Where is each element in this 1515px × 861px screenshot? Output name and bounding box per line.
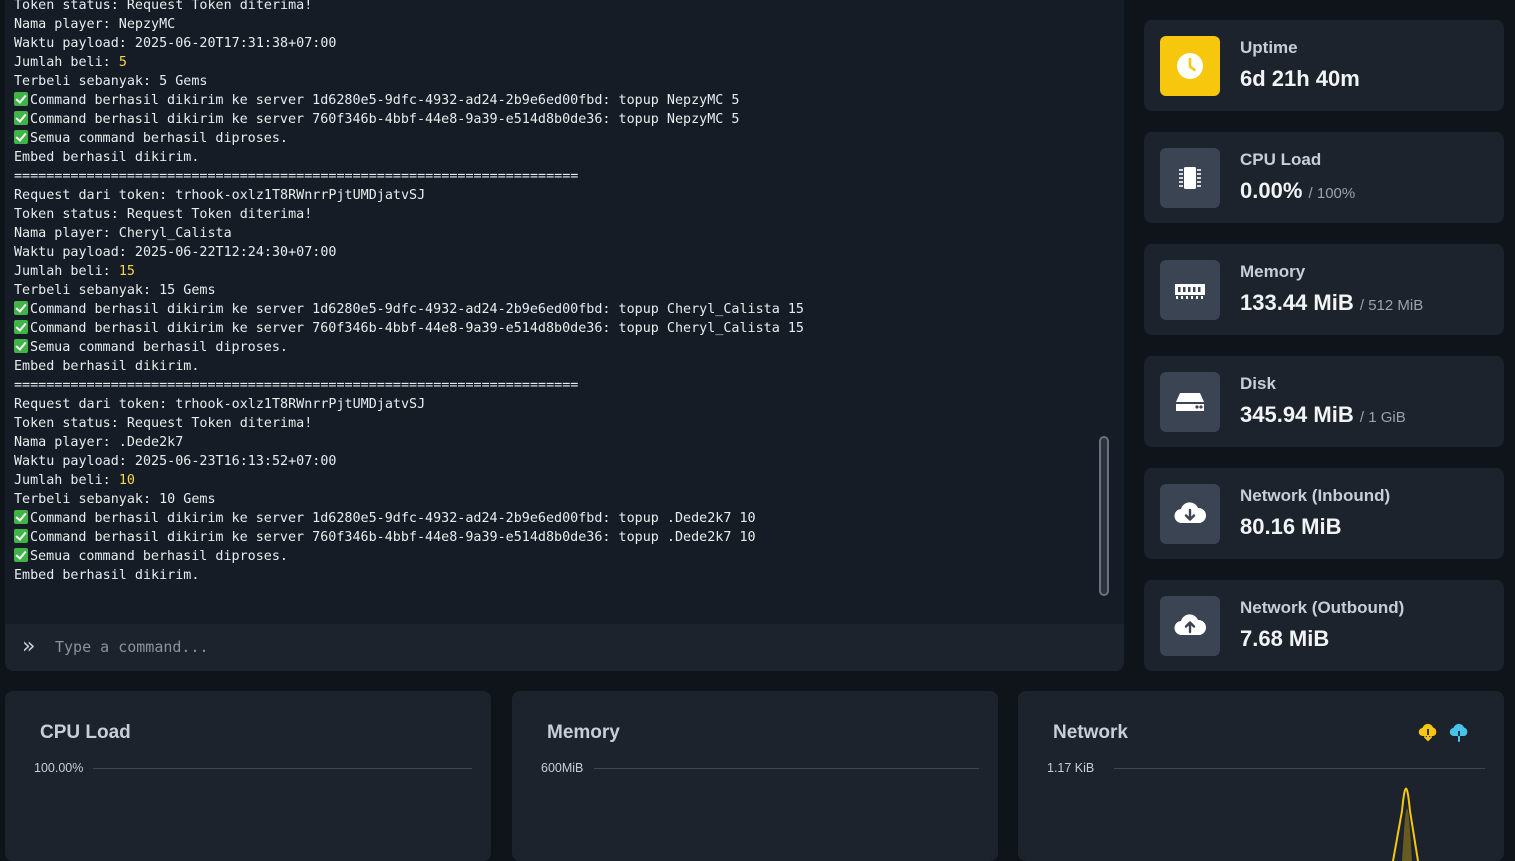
cpu-graph-gridline — [93, 768, 472, 769]
cpu-chip-icon — [1160, 148, 1220, 208]
memory-graph-gridline — [594, 768, 979, 769]
cpu-value-text: 0.00% — [1240, 178, 1302, 203]
log-line: ========================================… — [14, 167, 578, 186]
check-mark-icon — [14, 320, 28, 334]
check-mark-icon — [14, 301, 28, 315]
network-graph-card: Network 1.17 KiB — [1018, 691, 1504, 861]
log-line: Semua command berhasil diproses. — [14, 547, 288, 566]
cloud-upload-icon — [1160, 596, 1220, 656]
log-line: Waktu payload: 2025-06-22T12:24:30+07:00 — [14, 243, 336, 262]
memory-graph-max-label: 600MiB — [541, 761, 583, 775]
log-line: Embed berhasil dikirim. — [14, 357, 199, 376]
check-mark-icon — [14, 510, 28, 524]
log-line: Request dari token: trhook-oxlz1T8RWnrrP… — [14, 395, 425, 414]
clock-icon — [1160, 36, 1220, 96]
memory-icon — [1160, 260, 1220, 320]
command-input[interactable] — [53, 632, 1103, 662]
log-line: Nama player: Cheryl_Calista — [14, 224, 232, 243]
check-mark-icon — [14, 548, 28, 562]
check-mark-icon — [14, 111, 28, 125]
cpu-label: CPU Load — [1240, 150, 1321, 170]
cpu-value: 0.00% / 100% — [1240, 178, 1355, 204]
stat-card-disk: Disk 345.94 MiB / 1 GiB — [1144, 356, 1504, 447]
memory-label: Memory — [1240, 262, 1305, 282]
log-line: Nama player: NepzyMC — [14, 15, 175, 34]
network-inbound-label: Network (Inbound) — [1240, 486, 1390, 506]
log-line: Command berhasil dikirim ke server 1d628… — [14, 509, 756, 528]
console-panel: Token status: Request Token diterima!Nam… — [5, 0, 1124, 671]
disk-label: Disk — [1240, 374, 1276, 394]
log-line: Jumlah beli: 15 — [14, 262, 135, 281]
hard-drive-icon — [1160, 372, 1220, 432]
uptime-value: 6d 21h 40m — [1240, 66, 1360, 92]
check-mark-icon — [14, 92, 28, 106]
check-mark-icon — [14, 529, 28, 543]
log-line: Jumlah beli: 10 — [14, 471, 135, 490]
log-line: Embed berhasil dikirim. — [14, 566, 199, 585]
log-line: Token status: Request Token diterima! — [14, 414, 312, 433]
log-line: Command berhasil dikirim ke server 1d628… — [14, 91, 739, 110]
memory-value: 133.44 MiB / 512 MiB — [1240, 290, 1423, 316]
log-line: Waktu payload: 2025-06-23T16:13:52+07:00 — [14, 452, 336, 471]
memory-graph-card: Memory 600MiB — [512, 691, 998, 861]
console-log: Token status: Request Token diterima!Nam… — [5, 0, 1124, 620]
log-line: Jumlah beli: 5 — [14, 53, 127, 72]
cpu-limit: / 100% — [1309, 185, 1356, 202]
log-line: Embed berhasil dikirim. — [14, 148, 199, 167]
memory-limit: / 512 MiB — [1360, 297, 1423, 314]
log-line: Terbeli sebanyak: 5 Gems — [14, 72, 207, 91]
cpu-graph-max-label: 100.00% — [34, 761, 83, 775]
log-line: Token status: Request Token diterima! — [14, 205, 312, 224]
log-line: Command berhasil dikirim ke server 760f3… — [14, 110, 739, 129]
log-line: Command berhasil dikirim ke server 760f3… — [14, 528, 756, 547]
log-line: Semua command berhasil diproses. — [14, 129, 288, 148]
log-line: Waktu payload: 2025-06-20T17:31:38+07:00 — [14, 34, 336, 53]
log-line: Terbeli sebanyak: 15 Gems — [14, 281, 216, 300]
network-outbound-value: 7.68 MiB — [1240, 626, 1329, 652]
disk-limit: / 1 GiB — [1360, 409, 1406, 426]
stat-card-memory: Memory 133.44 MiB / 512 MiB — [1144, 244, 1504, 335]
cpu-graph-title: CPU Load — [40, 722, 131, 744]
disk-value: 345.94 MiB / 1 GiB — [1240, 402, 1406, 428]
log-line: Command berhasil dikirim ke server 760f3… — [14, 319, 804, 338]
disk-value-text: 345.94 MiB — [1240, 402, 1354, 427]
network-outbound-label: Network (Outbound) — [1240, 598, 1404, 618]
check-mark-icon — [14, 130, 28, 144]
log-line: Request dari token: trhook-oxlz1T8RWnrrP… — [14, 186, 425, 205]
network-inbound-value: 80.16 MiB — [1240, 514, 1342, 540]
cpu-graph-card: CPU Load 100.00% — [5, 691, 491, 861]
console-scrollbar[interactable] — [1099, 436, 1109, 596]
memory-graph-title: Memory — [547, 722, 620, 744]
stat-card-uptime: Uptime 6d 21h 40m — [1144, 20, 1504, 111]
network-graph-plot — [1018, 691, 1504, 861]
check-mark-icon — [14, 339, 28, 353]
cloud-download-icon — [1160, 484, 1220, 544]
log-line: Terbeli sebanyak: 10 Gems — [14, 490, 216, 509]
stat-card-network-outbound: Network (Outbound) 7.68 MiB — [1144, 580, 1504, 671]
memory-value-text: 133.44 MiB — [1240, 290, 1354, 315]
double-chevron-right-icon: » — [22, 636, 35, 658]
log-line: ========================================… — [14, 376, 578, 395]
log-line: Nama player: .Dede2k7 — [14, 433, 183, 452]
log-line: Token status: Request Token diterima! — [14, 0, 312, 15]
stat-card-network-inbound: Network (Inbound) 80.16 MiB — [1144, 468, 1504, 559]
command-bar: » — [5, 624, 1124, 671]
stat-card-cpu: CPU Load 0.00% / 100% — [1144, 132, 1504, 223]
log-line: Command berhasil dikirim ke server 1d628… — [14, 300, 804, 319]
uptime-label: Uptime — [1240, 38, 1298, 58]
log-line: Semua command berhasil diproses. — [14, 338, 288, 357]
